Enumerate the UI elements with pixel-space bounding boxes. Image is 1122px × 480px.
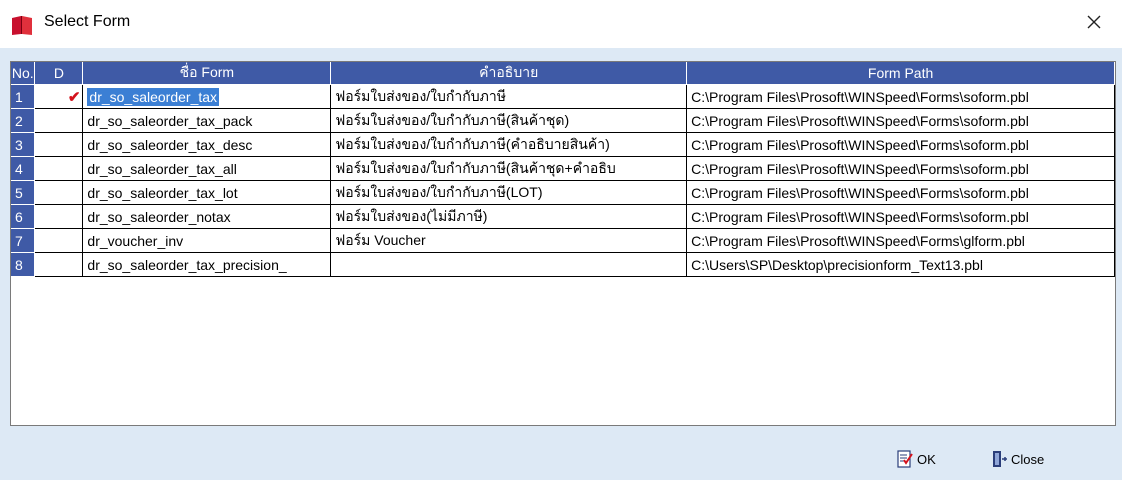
close-button[interactable]: Close (990, 448, 1044, 470)
row-number: 1 (11, 84, 36, 109)
title-bar: Select Form (0, 0, 1122, 48)
description-cell[interactable]: ฟอร์มใบส่งของ/ใบกำกับภาษี (330, 84, 688, 109)
table-row[interactable]: 8 dr_so_saleorder_tax_precision_ C:\User… (11, 252, 1115, 277)
default-check-cell[interactable]: ✔ (34, 84, 84, 109)
exit-door-icon (993, 451, 1007, 467)
description-cell[interactable]: ฟอร์ม Voucher (330, 228, 688, 253)
form-path-cell[interactable]: C:\Program Files\Prosoft\WINSpeed\Forms\… (686, 132, 1115, 157)
form-table: No. D ชื่อ Form คำอธิบาย Form Path 1 ✔ d… (11, 62, 1115, 277)
form-path-cell[interactable]: C:\Program Files\Prosoft\WINSpeed\Forms\… (686, 204, 1115, 229)
form-name-cell[interactable]: dr_so_saleorder_tax_precision_ (82, 252, 332, 277)
form-name-cell[interactable]: dr_so_saleorder_tax_desc (82, 132, 332, 157)
column-header-no[interactable]: No. (11, 62, 36, 85)
form-name-cell[interactable]: dr_so_saleorder_tax_all (82, 156, 332, 181)
table-row[interactable]: 4 dr_so_saleorder_tax_all ฟอร์มใบส่งของ/… (11, 156, 1115, 181)
book-icon (12, 16, 32, 35)
close-button-label: Close (1011, 451, 1045, 467)
form-path-cell[interactable]: C:\Program Files\Prosoft\WINSpeed\Forms\… (686, 228, 1115, 253)
form-path-cell[interactable]: C:\Program Files\Prosoft\WINSpeed\Forms\… (686, 180, 1115, 205)
default-check-cell[interactable] (34, 108, 84, 133)
description-cell[interactable]: ฟอร์มใบส่งของ/ใบกำกับภาษี(คำอธิบายสินค้า… (330, 132, 688, 157)
table-row[interactable]: 1 ✔ dr_so_saleorder_tax ฟอร์มใบส่งของ/ใบ… (11, 84, 1115, 109)
checkmark-icon: ✔ (67, 88, 81, 106)
checklist-icon (897, 450, 913, 468)
default-check-cell[interactable] (34, 228, 84, 253)
description-cell[interactable]: ฟอร์มใบส่งของ/ใบกำกับภาษี(สินค้าชุด) (330, 108, 688, 133)
row-number: 3 (11, 132, 36, 157)
column-header-form-path[interactable]: Form Path (686, 62, 1115, 85)
form-path-cell[interactable]: C:\Program Files\Prosoft\WINSpeed\Forms\… (686, 84, 1115, 109)
table-row[interactable]: 2 dr_so_saleorder_tax_pack ฟอร์มใบส่งของ… (11, 108, 1115, 133)
form-name-cell[interactable]: dr_so_saleorder_notax (82, 204, 332, 229)
row-number: 2 (11, 108, 36, 133)
default-check-cell[interactable] (34, 252, 84, 277)
row-number: 7 (11, 228, 36, 253)
close-icon[interactable] (1082, 10, 1106, 34)
form-name-selected: dr_so_saleorder_tax (87, 87, 220, 106)
column-header-default[interactable]: D (34, 62, 84, 85)
description-cell[interactable] (330, 252, 688, 277)
table-row[interactable]: 3 dr_so_saleorder_tax_desc ฟอร์มใบส่งของ… (11, 132, 1115, 157)
default-check-cell[interactable] (34, 132, 84, 157)
description-cell[interactable]: ฟอร์มใบส่งของ(ไม่มีภาษี) (330, 204, 688, 229)
table-row[interactable]: 7 dr_voucher_inv ฟอร์ม Voucher C:\Progra… (11, 228, 1115, 253)
column-header-form-name[interactable]: ชื่อ Form (82, 62, 332, 85)
form-path-cell[interactable]: C:\Users\SP\Desktop\precisionform_Text13… (686, 252, 1115, 277)
row-number: 4 (11, 156, 36, 181)
form-path-cell[interactable]: C:\Program Files\Prosoft\WINSpeed\Forms\… (686, 156, 1115, 181)
row-number: 5 (11, 180, 36, 205)
grid-header-row: No. D ชื่อ Form คำอธิบาย Form Path (11, 62, 1115, 85)
select-form-dialog: Select Form No. D ชื่อ Form คำอธิบาย For… (0, 0, 1122, 480)
row-number: 8 (11, 252, 36, 277)
form-name-cell[interactable]: dr_voucher_inv (82, 228, 332, 253)
description-cell[interactable]: ฟอร์มใบส่งของ/ใบกำกับภาษี(LOT) (330, 180, 688, 205)
table-row[interactable]: 5 dr_so_saleorder_tax_lot ฟอร์มใบส่งของ/… (11, 180, 1115, 205)
ok-button[interactable]: OK (896, 448, 936, 470)
form-path-cell[interactable]: C:\Program Files\Prosoft\WINSpeed\Forms\… (686, 108, 1115, 133)
window-title: Select Form (44, 13, 131, 30)
form-name-cell[interactable]: dr_so_saleorder_tax_pack (82, 108, 332, 133)
row-number: 6 (11, 204, 36, 229)
table-row[interactable]: 6 dr_so_saleorder_notax ฟอร์มใบส่งของ(ไม… (11, 204, 1115, 229)
form-name-cell[interactable]: dr_so_saleorder_tax (82, 84, 332, 109)
form-name-cell[interactable]: dr_so_saleorder_tax_lot (82, 180, 332, 205)
default-check-cell[interactable] (34, 180, 84, 205)
column-header-description[interactable]: คำอธิบาย (330, 62, 688, 85)
form-list-grid[interactable]: No. D ชื่อ Form คำอธิบาย Form Path 1 ✔ d… (10, 61, 1116, 426)
ok-button-label: OK (917, 451, 936, 467)
default-check-cell[interactable] (34, 156, 84, 181)
default-check-cell[interactable] (34, 204, 84, 229)
description-cell[interactable]: ฟอร์มใบส่งของ/ใบกำกับภาษี(สินค้าชุด+คำอธ… (330, 156, 688, 181)
